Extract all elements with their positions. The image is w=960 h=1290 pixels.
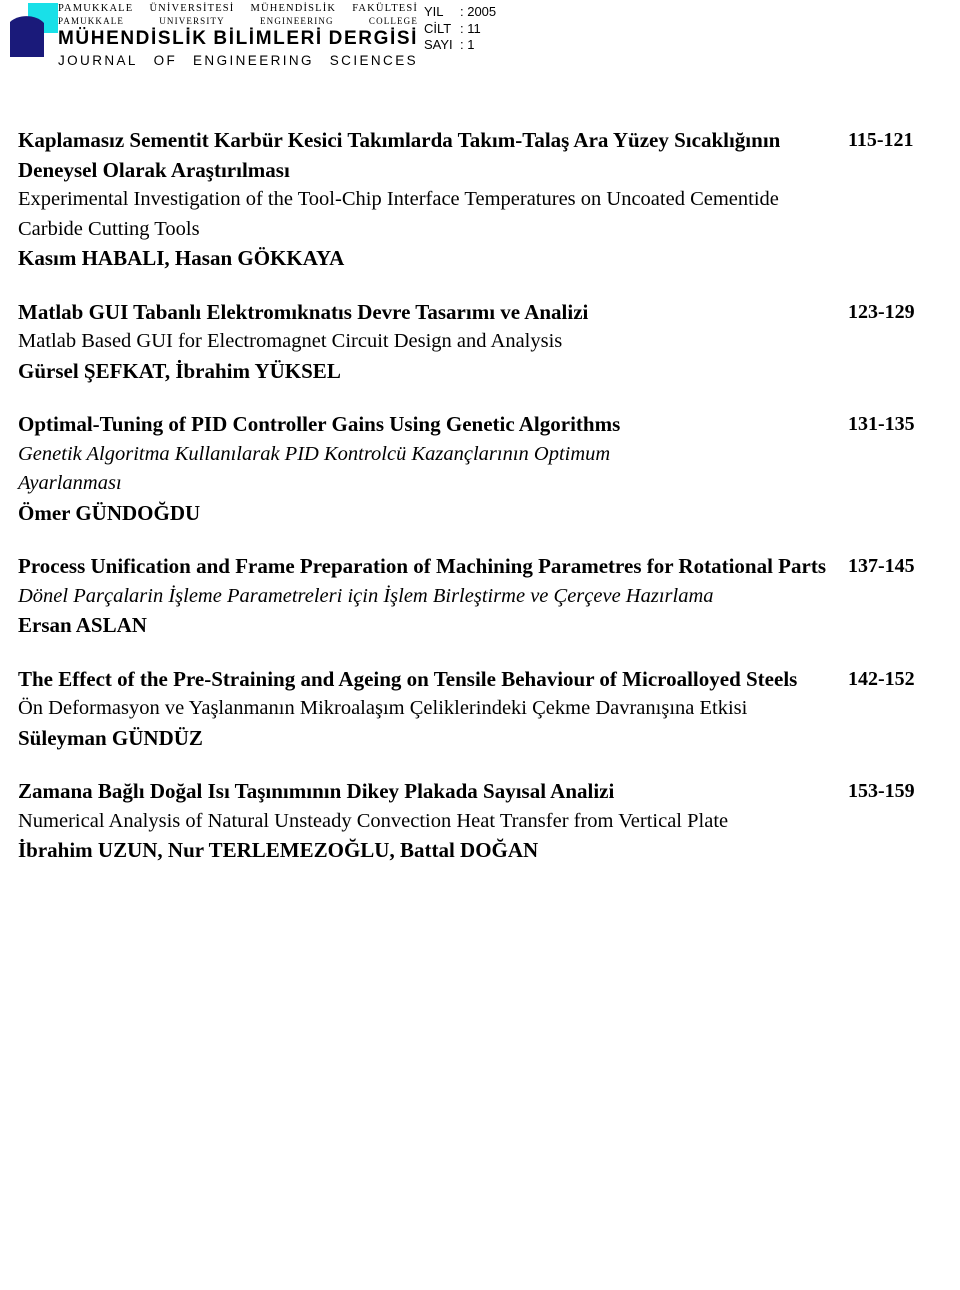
article-title: Optimal-Tuning of PID Controller Gains U… [18,412,621,436]
article-authors: Gürsel ŞEFKAT, İbrahim YÜKSEL [18,358,341,383]
table-of-contents: Kaplamasız Sementit Karbür Kesici Takıml… [0,126,960,890]
toc-entry-body: Process Unification and Frame Preparatio… [18,552,858,641]
article-subtitle: Matlab Based GUI for Electromagnet Circu… [18,330,563,352]
article-authors: Ömer GÜNDOĞDU [18,500,201,525]
article-subtitle: Genetik Algoritma Kullanılarak PID Kontr… [18,442,611,495]
issue-year-row: YIL : 2005 [424,4,530,21]
article-title: Process Unification and Frame Preparatio… [18,554,826,578]
issue-year-value: : 2005 [460,4,497,19]
toc-entry[interactable]: Optimal-Tuning of PID Controller Gains U… [0,410,960,528]
journal-logo [8,2,62,64]
article-subtitle: Experimental Investigation of the Tool-C… [18,188,779,240]
toc-entry[interactable]: Matlab GUI Tabanlı Elektromıknatıs Devre… [0,298,960,387]
journal-en-word-1: JOURNAL [58,53,138,68]
article-page-range: 123-129 [848,300,915,323]
university-name-en: PAMUKKALE UNIVERSITY ENGINEERING COLLEGE [58,15,418,27]
article-subtitle: Ön Deformasyon ve Yaşlanmanın Mikroalaşı… [18,697,748,719]
issue-year-label: YIL [424,4,444,19]
article-authors: Ersan ASLAN [18,613,147,637]
article-title: Zamana Bağlı Doğal Isı Taşınımının Dikey… [18,779,615,803]
toc-entry-body: The Effect of the Pre-Straining and Agei… [18,665,848,754]
article-page-range: 153-159 [848,780,915,802]
university-tr-word-1: PAMUKKALE [58,3,134,14]
issue-number-row: SAYI : 1 [424,37,530,54]
article-title: Kaplamasız Sementit Karbür Kesici Takıml… [18,128,781,182]
university-en-word-3: ENGINEERING [260,16,334,26]
journal-tr-word-1: MÜHENDİSLİK [58,28,208,49]
journal-tr-word-2: BİLİMLERİ [213,28,323,49]
toc-entry[interactable]: The Effect of the Pre-Straining and Agei… [0,665,960,754]
article-subtitle: Numerical Analysis of Natural Unsteady C… [18,809,729,832]
toc-entry[interactable]: Kaplamasız Sementit Karbür Kesici Takıml… [0,126,960,274]
article-title: Matlab GUI Tabanlı Elektromıknatıs Devre… [18,299,589,324]
toc-entry-body: Optimal-Tuning of PID Controller Gains U… [18,410,678,528]
journal-tr-word-3: DERGİSİ [328,28,418,49]
toc-entry[interactable]: Zamana Bağlı Doğal Isı Taşınımının Dikey… [0,777,960,866]
article-page-range: 137-145 [848,555,915,577]
toc-entry-body: Zamana Bağlı Doğal Isı Taşınımının Dikey… [18,777,763,866]
university-tr-word-4: FAKÜLTESİ [352,3,418,14]
issue-volume-value: : 11 [460,20,481,36]
logo-mark-icon [10,3,58,57]
article-page-range: 131-135 [848,413,915,435]
university-en-word-4: COLLEGE [368,16,418,26]
article-subtitle: Dönel Parçalarin İşleme Parametreleri iç… [18,584,714,607]
journal-en-word-2: OF [153,53,178,68]
journal-name-tr: MÜHENDİSLİK BİLİMLERİ DERGİSİ [58,27,418,51]
article-page-range: 115-121 [848,129,914,151]
article-authors: Süleyman GÜNDÜZ [18,725,203,750]
journal-name-en: JOURNAL OF ENGINEERING SCIENCES [58,51,418,70]
masthead: PAMUKKALE ÜNİVERSİTESİ MÜHENDİSLİK FAKÜL… [0,0,960,80]
university-en-word-1: PAMUKKALE [58,16,125,26]
university-tr-word-3: MÜHENDİSLİK [250,3,337,14]
university-tr-word-2: ÜNİVERSİTESİ [149,3,235,14]
toc-entry-body: Kaplamasız Sementit Karbür Kesici Takıml… [18,126,848,274]
issue-volume-label: CİLT [424,20,452,36]
article-page-range: 142-152 [848,667,915,690]
toc-entry-body: Matlab GUI Tabanlı Elektromıknatıs Devre… [18,298,678,387]
issue-number-value: : 1 [460,37,475,52]
article-authors: Kasım HABALI, Hasan GÖKKAYA [18,246,345,270]
university-name-tr: PAMUKKALE ÜNİVERSİTESİ MÜHENDİSLİK FAKÜL… [58,2,418,15]
toc-entry[interactable]: Process Unification and Frame Preparatio… [0,552,960,641]
masthead-titles: PAMUKKALE ÜNİVERSİTESİ MÜHENDİSLİK FAKÜL… [58,2,418,70]
article-authors: İbrahim UZUN, Nur TERLEMEZOĞLU, Battal D… [18,838,539,862]
issue-number-label: SAYI [424,37,453,52]
article-title: The Effect of the Pre-Straining and Agei… [18,666,798,691]
journal-en-word-4: SCIENCES [329,53,418,68]
issue-info: YIL : 2005 CİLT : 11 SAYI : 1 [424,4,530,54]
journal-en-word-3: ENGINEERING [193,53,314,68]
issue-volume-row: CİLT : 11 [424,21,530,38]
university-en-word-2: UNIVERSITY [159,16,225,26]
